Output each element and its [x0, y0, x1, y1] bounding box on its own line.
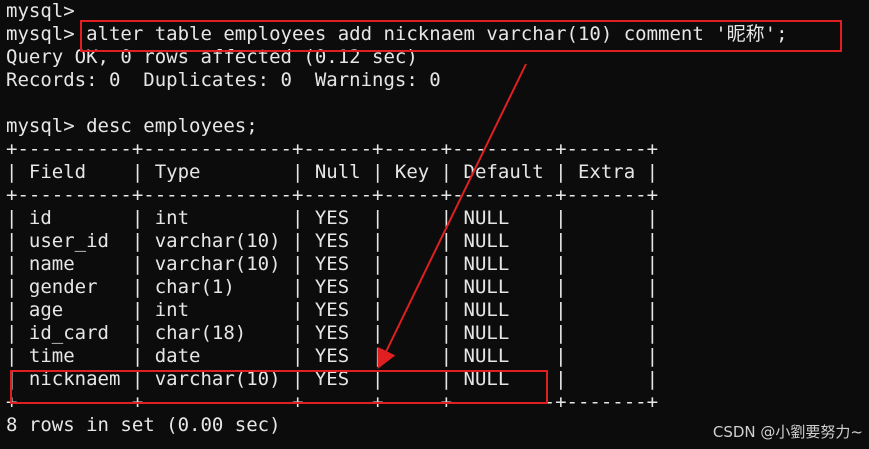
table-row: | id | int | YES | | NULL | | [6, 207, 659, 229]
table-row: | time | date | YES | | NULL | | [6, 345, 659, 367]
terminal-line: mysql> alter table employees add nicknae… [6, 23, 788, 45]
table-header-row: | Field | Type | Null | Key | Default | … [6, 161, 659, 183]
table-row: | user_id | varchar(10) | YES | | NULL |… [6, 230, 659, 252]
table-row: | age | int | YES | | NULL | | [6, 299, 659, 321]
terminal-window[interactable]: mysql> mysql> alter table employees add … [0, 0, 869, 449]
terminal-line: mysql> desc employees; [6, 115, 258, 137]
table-border: +----------+-------------+------+-----+-… [6, 391, 659, 413]
terminal-line: Query OK, 0 rows affected (0.12 sec) [6, 46, 418, 68]
terminal-line: Records: 0 Duplicates: 0 Warnings: 0 [6, 69, 441, 91]
table-border: +----------+-------------+------+-----+-… [6, 184, 659, 206]
table-row: | gender | char(1) | YES | | NULL | | [6, 276, 659, 298]
terminal-line: mysql> [6, 0, 75, 22]
terminal-line: 8 rows in set (0.00 sec) [6, 414, 281, 436]
table-border: +----------+-------------+------+-----+-… [6, 138, 659, 160]
table-row: | id_card | char(18) | YES | | NULL | | [6, 322, 659, 344]
table-row-nicknaem: | nicknaem | varchar(10) | YES | | NULL … [6, 368, 659, 390]
table-row: | name | varchar(10) | YES | | NULL | | [6, 253, 659, 275]
watermark-text: CSDN @小劉要努力~ [712, 423, 863, 441]
